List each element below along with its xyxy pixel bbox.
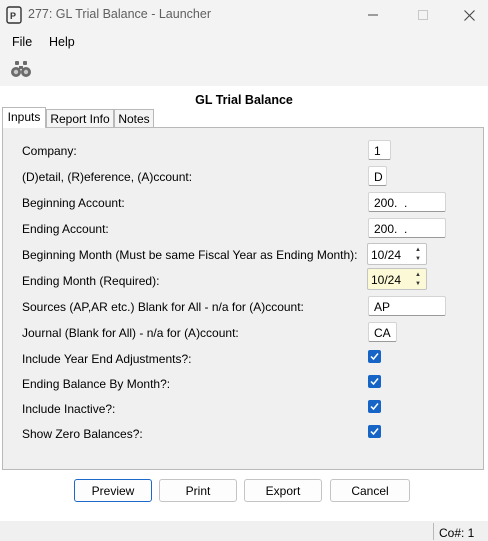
ending-account-label: Ending Account: [22,222,109,236]
zero-balances-checkbox[interactable] [368,425,381,438]
menu-bar: File Help [0,30,488,54]
close-button[interactable] [446,0,488,30]
toolbar [0,54,488,86]
status-bar: Co#: 1 [0,521,488,541]
svg-text:P: P [10,11,16,21]
detail-label: (D)etail, (R)eference, (A)ccount: [22,170,193,184]
spin-down-icon[interactable]: ▼ [411,254,425,263]
year-end-label: Include Year End Adjustments?: [22,352,192,366]
company-input[interactable]: 1 [368,140,391,160]
tab-inputs[interactable]: Inputs [2,107,46,128]
zero-balances-label: Show Zero Balances?: [22,427,143,441]
journal-label: Journal (Blank for All) - n/a for (A)cco… [22,326,239,340]
tab-notes[interactable]: Notes [114,109,154,128]
by-month-label: Ending Balance By Month?: [22,377,171,391]
form-title: GL Trial Balance [195,93,293,107]
minimize-button[interactable] [350,0,396,30]
ending-account-input[interactable]: 200. . [368,218,446,238]
inactive-checkbox[interactable] [368,400,381,413]
close-icon [463,9,475,21]
beginning-account-input[interactable]: 200. . [368,192,446,212]
maximize-icon [418,10,428,20]
sources-input[interactable]: AP [368,296,446,316]
beginning-month-spin-buttons: ▲ ▼ [411,245,425,263]
cancel-button[interactable]: Cancel [330,479,410,502]
checkmark-icon [370,353,379,361]
spin-up-icon[interactable]: ▲ [411,270,425,279]
ending-month-value: 10/24 [371,273,402,287]
journal-input[interactable]: CA [368,322,397,342]
ending-month-spinner[interactable]: 10/24 ▲ ▼ [367,268,427,290]
beginning-account-label: Beginning Account: [22,196,125,210]
tab-report-info[interactable]: Report Info [46,109,114,128]
app-icon: P [6,6,22,24]
company-label: Company: [22,144,77,158]
ending-month-spin-buttons: ▲ ▼ [411,270,425,288]
menu-help[interactable]: Help [49,35,75,49]
preview-button[interactable]: Preview [74,479,152,502]
by-month-checkbox[interactable] [368,375,381,388]
sources-label: Sources (AP,AR etc.) Blank for All - n/a… [22,300,304,314]
menu-file[interactable]: File [12,35,32,49]
year-end-checkbox[interactable] [368,350,381,363]
spin-down-icon[interactable]: ▼ [411,279,425,288]
maximize-button[interactable] [400,0,446,30]
beginning-month-label: Beginning Month (Must be same Fiscal Yea… [22,248,358,262]
ending-month-label: Ending Month (Required): [22,274,160,288]
window-title: 277: GL Trial Balance - Launcher [28,7,211,21]
beginning-month-spinner[interactable]: 10/24 ▲ ▼ [367,243,427,265]
title-bar: P 277: GL Trial Balance - Launcher [0,0,488,30]
binoculars-icon[interactable] [10,60,32,78]
inactive-label: Include Inactive?: [22,402,116,416]
export-button[interactable]: Export [244,479,322,502]
checkmark-icon [370,378,379,386]
checkmark-icon [370,403,379,411]
print-button[interactable]: Print [159,479,237,502]
detail-input[interactable]: D [368,166,387,186]
minimize-icon [368,14,378,16]
spin-up-icon[interactable]: ▲ [411,245,425,254]
beginning-month-value: 10/24 [371,248,402,262]
status-company: Co#: 1 [433,523,474,540]
checkmark-icon [370,428,379,436]
